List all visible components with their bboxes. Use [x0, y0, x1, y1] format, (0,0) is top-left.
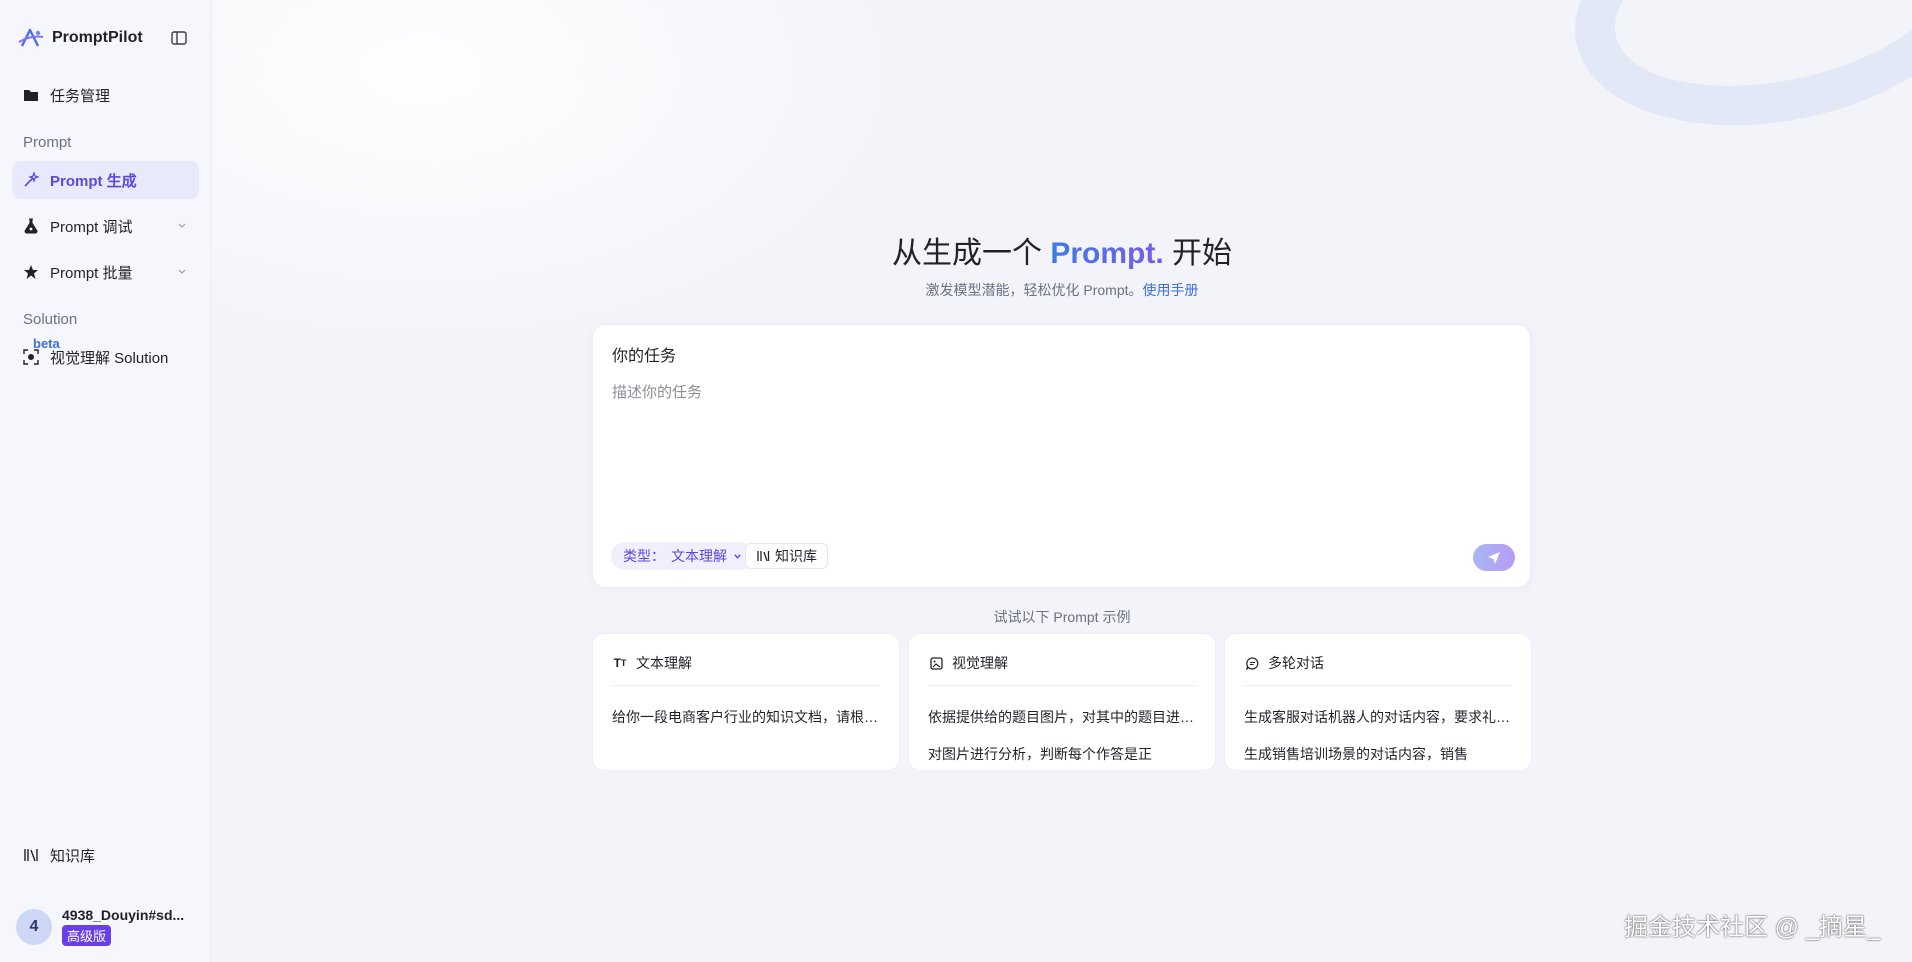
example-prompt: 依据提供给的题目图片，对其中的题目进行解答 — [928, 709, 1198, 725]
task-label: 你的任务 — [612, 348, 677, 365]
example-title: 视觉理解 — [952, 655, 1008, 671]
brand-name: PromptPilot — [52, 29, 143, 46]
examples-title: 试试以下 Prompt 示例 — [993, 609, 1131, 625]
avatar: 4 — [16, 908, 52, 945]
sidebar-item-label: Prompt 批量 — [50, 264, 133, 282]
sidebar-item-visual-solution[interactable]: 视觉理解 Solution — [12, 338, 199, 376]
example-card-multiturn[interactable]: 多轮对话 生成客服对话机器人的对话内容，要求礼貌专业 生成销售培训场景的对话内容… — [1224, 633, 1532, 771]
sidebar-item-label: 任务管理 — [50, 87, 111, 105]
folder-icon — [22, 86, 40, 104]
knowledge-base-button[interactable]: 知识库 — [745, 543, 828, 569]
sidebar-item-label: 视觉理解 Solution — [50, 349, 169, 367]
tier-badge: 高级版 — [62, 925, 112, 946]
task-input-card: 你的任务 类型： 文本理解 知识库 — [592, 324, 1531, 588]
divider — [612, 685, 880, 686]
background-arc — [1551, 0, 1912, 162]
sidebar-item-label: 知识库 — [50, 847, 96, 865]
task-description-input[interactable] — [612, 381, 1512, 501]
sidebar: PromptPilot 任务管理 Prompt Prompt 生成 Prompt… — [0, 0, 211, 962]
image-icon — [928, 655, 944, 671]
task-type-select[interactable]: 类型： 文本理解 — [611, 542, 754, 570]
magic-wand-icon — [22, 171, 40, 189]
sidebar-item-knowledge-base[interactable]: 知识库 — [12, 836, 199, 874]
section-label-solution: Solution — [23, 311, 78, 328]
example-title: 多轮对话 — [1268, 655, 1324, 671]
user-profile[interactable]: 4 4938_Douyin#sd... 高级版 — [16, 907, 184, 946]
type-label: 类型： — [623, 548, 665, 564]
send-button[interactable] — [1473, 544, 1515, 571]
sidebar-item-task-management[interactable]: 任务管理 — [12, 76, 199, 114]
chevron-down-icon — [178, 223, 186, 228]
batch-stars-icon — [22, 263, 40, 281]
example-card-text[interactable]: TT 文本理解 给你一段电商客户行业的知识文档，请根据文档内容回答用户的问题 — [592, 633, 900, 771]
sidebar-item-prompt-batch[interactable]: Prompt 批量 — [12, 253, 199, 291]
divider — [1244, 685, 1512, 686]
text-type-icon: TT — [613, 656, 627, 670]
example-card-visual[interactable]: 视觉理解 依据提供给的题目图片，对其中的题目进行解答 对图片进行分析，判断每个作… — [908, 633, 1216, 771]
page-subtitle: 激发模型潜能，轻松优化 Prompt。使用手册 — [925, 282, 1199, 298]
send-icon — [1488, 551, 1500, 564]
books-icon — [22, 846, 40, 864]
divider — [928, 685, 1196, 686]
manual-link[interactable]: 使用手册 — [1143, 282, 1199, 298]
example-prompt: 生成客服对话机器人的对话内容，要求礼貌专业 — [1244, 709, 1514, 725]
page-title: 从生成一个 Prompt. 开始 — [891, 237, 1233, 270]
main-content: 从生成一个 Prompt. 开始 激发模型潜能，轻松优化 Prompt。使用手册… — [212, 0, 1912, 962]
sidebar-item-prompt-debug[interactable]: Prompt 调试 — [12, 207, 199, 245]
example-title: 文本理解 — [636, 655, 692, 671]
example-prompt: 给你一段电商客户行业的知识文档，请根据文档内容回答用户的问题 — [612, 709, 882, 725]
example-prompt: 生成销售培训场景的对话内容，销售 — [1244, 746, 1468, 762]
sidebar-item-label: Prompt 调试 — [50, 218, 133, 236]
sidebar-item-prompt-generate[interactable]: Prompt 生成 — [12, 161, 199, 199]
flask-icon — [22, 217, 40, 235]
type-value: 文本理解 — [671, 548, 727, 564]
chat-icon — [1244, 655, 1260, 671]
user-name: 4938_Douyin#sd... — [62, 907, 185, 923]
watermark: 掘金技术社区 @ _摘星_ — [1624, 914, 1881, 941]
section-label-prompt: Prompt — [23, 134, 72, 151]
promptpilot-logo-icon — [18, 28, 44, 47]
sidebar-toggle-icon[interactable] — [170, 29, 188, 47]
example-prompt: 对图片进行分析，判断每个作答是正 — [928, 746, 1152, 762]
brand[interactable]: PromptPilot — [18, 26, 143, 50]
books-icon — [757, 551, 770, 562]
chevron-down-icon — [178, 269, 186, 274]
knowledge-base-label: 知识库 — [775, 548, 817, 564]
scan-eye-icon — [22, 348, 40, 366]
sidebar-item-label: Prompt 生成 — [50, 172, 137, 190]
chevron-down-icon — [734, 553, 741, 559]
